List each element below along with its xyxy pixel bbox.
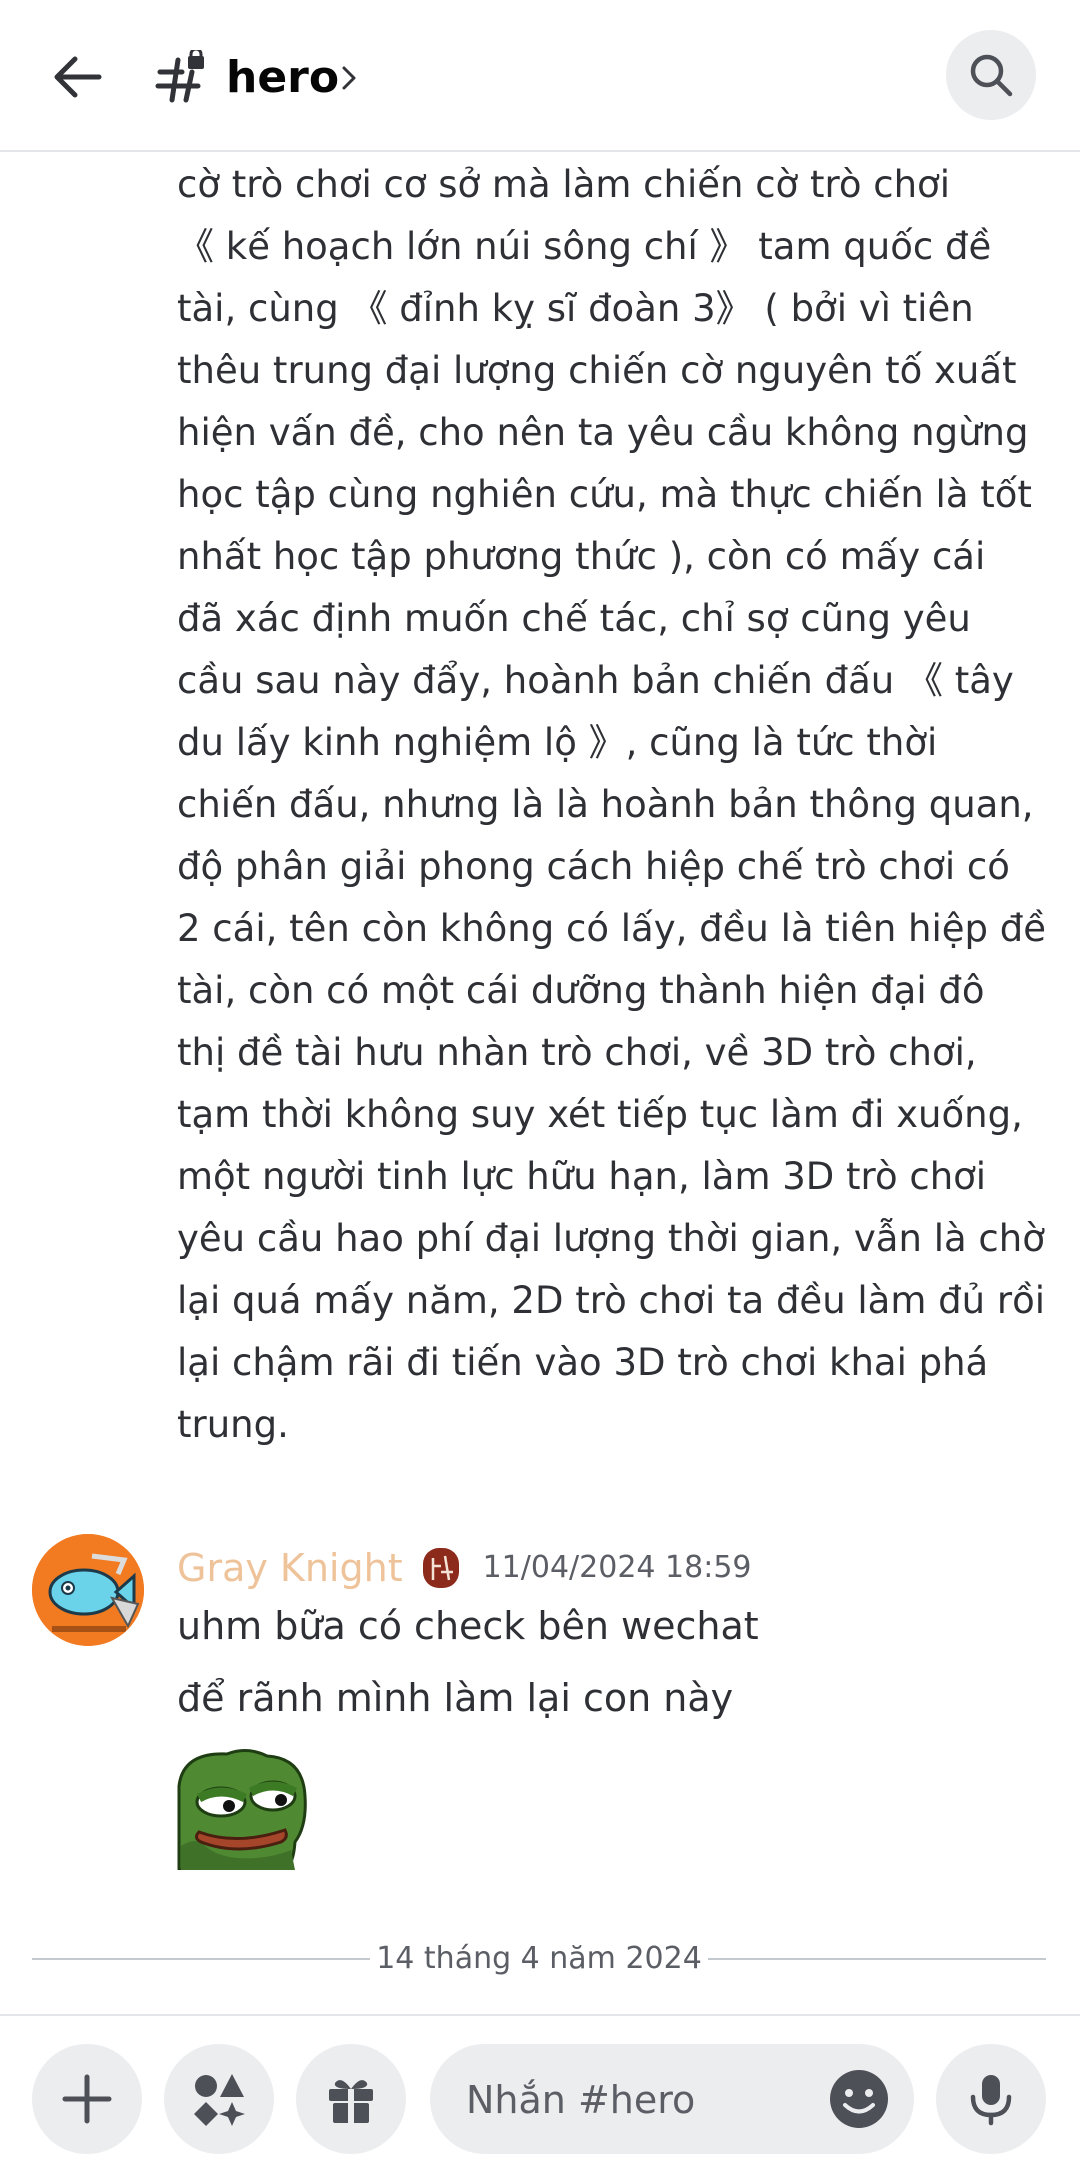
back-button[interactable] [44,44,110,110]
microphone-icon [970,2075,1012,2126]
locked-hash-icon [155,50,204,103]
date-divider: 14 tháng 4 năm 2024 [32,1934,1046,1984]
message-composer [0,2014,1080,2172]
channel-title[interactable]: hero [226,50,339,106]
avatar[interactable] [32,1534,144,1646]
plus-icon [62,2074,112,2124]
message-timestamp: 11/04/2024 18:59 [482,1550,752,1585]
emoji-icon[interactable] [828,2068,890,2130]
channel-header: hero [0,0,1080,152]
message-header: Gray Knight 11/04/2024 18:59 [177,1540,752,1596]
chat-screen: hero cờ trò chơi cơ sở mà làm chiến cờ t… [0,0,1080,2172]
search-icon [970,54,1013,97]
arrow-left-icon [54,56,102,98]
role-badge-icon[interactable] [421,1546,461,1590]
pepe-frog-sticker[interactable] [177,1746,307,1870]
message-line: uhm bữa có check bên wechat [177,1604,759,1648]
message-list[interactable]: cờ trò chơi cơ sở mà làm chiến cờ trò ch… [0,152,1080,2014]
chevron-right-icon[interactable] [336,60,364,96]
apps-button[interactable] [164,2044,274,2154]
search-button[interactable] [946,30,1036,120]
apps-icon [194,2074,245,2126]
date-divider-label: 14 tháng 4 năm 2024 [376,1941,702,1976]
divider-line [708,1958,1046,1960]
author-name[interactable]: Gray Knight [177,1540,403,1596]
divider-line [32,1958,370,1960]
message-input[interactable] [464,2044,808,2156]
gift-button[interactable] [296,2044,406,2154]
gift-icon [329,2080,373,2123]
avatar-image [32,1534,144,1646]
voice-message-button[interactable] [936,2044,1046,2154]
message-line: để rãnh mình làm lại con này [177,1676,734,1720]
message-input-container[interactable] [430,2044,914,2156]
message-content: cờ trò chơi cơ sở mà làm chiến cờ trò ch… [177,163,1047,1446]
add-attachment-button[interactable] [32,2044,142,2154]
